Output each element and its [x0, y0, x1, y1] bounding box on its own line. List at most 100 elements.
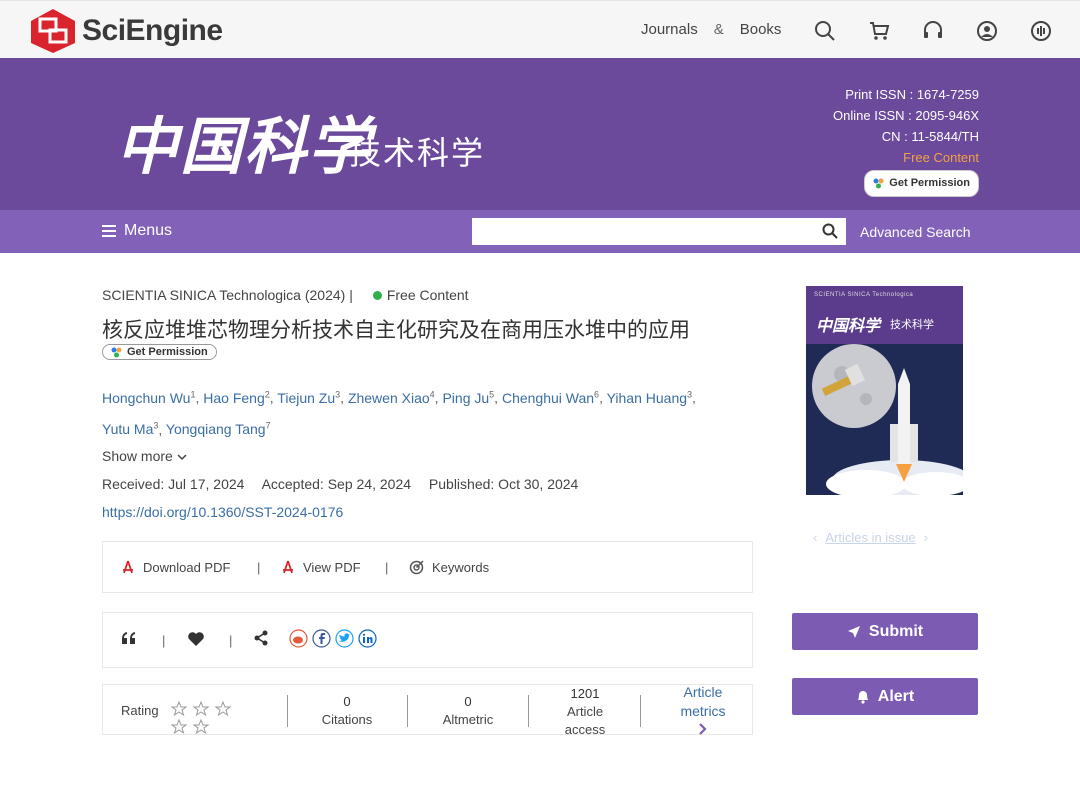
sciengine-logo[interactable]: SciEngine	[30, 8, 223, 54]
pdf-icon	[123, 560, 133, 574]
audio-icon[interactable]	[1028, 18, 1054, 44]
author-link[interactable]: Yongqiang Tang7	[166, 421, 271, 438]
search-submit-icon[interactable]	[822, 223, 838, 239]
divider: |	[229, 633, 233, 648]
online-issn: Online ISSN : 2095-946X	[833, 108, 979, 123]
citations-label: Citations	[321, 712, 373, 727]
citations-count: 0	[343, 694, 351, 709]
article-title: 核反应堆堆芯物理分析技术自主化研究及在商用压水堆中的应用	[102, 319, 690, 342]
citations-metric[interactable]: 0 Citations	[307, 694, 387, 727]
show-more-button[interactable]: Show more	[102, 448, 187, 464]
author-link[interactable]: Zhewen Xiao4	[348, 389, 435, 406]
article-access-metric[interactable]: 1201 Article access	[545, 685, 625, 739]
keywords-label: Keywords	[432, 560, 490, 575]
free-content-dot-icon	[372, 290, 382, 300]
share-actions-bar: | |	[102, 612, 753, 668]
articles-in-issue-link[interactable]: Articles in issue	[825, 530, 915, 545]
print-issn: Print ISSN : 1674-7259	[845, 87, 979, 102]
chevron-right-icon[interactable]: ›	[924, 530, 928, 545]
journal-brand-subtitle: 技术科学	[349, 135, 486, 171]
cn-number: CN : 11-5844/TH	[881, 129, 979, 144]
accepted-date: Accepted: Sep 24, 2024	[261, 476, 412, 492]
twitter-icon[interactable]	[335, 629, 354, 648]
author-link[interactable]: Ping Ju5	[442, 389, 494, 406]
keywords-button[interactable]: Keywords	[409, 560, 489, 575]
sciengine-logo-icon	[30, 8, 76, 54]
advanced-search-link[interactable]: Advanced Search	[860, 224, 971, 240]
article-metrics-label: metrics	[680, 703, 726, 719]
author-link[interactable]: Hao Feng2	[203, 389, 270, 406]
nav-journals[interactable]: Journals	[641, 21, 698, 38]
rating-stars[interactable]	[170, 700, 237, 742]
free-content-text: Free Content	[386, 287, 469, 303]
search-input[interactable]	[472, 218, 802, 245]
divider	[640, 695, 641, 727]
share-icon[interactable]	[253, 630, 269, 646]
altmetric-metric[interactable]: 0 Altmetric	[428, 694, 508, 727]
user-icon[interactable]	[974, 18, 1000, 44]
author-link[interactable]: Chenghui Wan6	[502, 389, 599, 406]
permission-icon	[111, 347, 122, 357]
cart-icon[interactable]	[866, 18, 892, 44]
received-date: Received: Jul 17, 2024	[102, 476, 245, 492]
target-icon	[409, 560, 424, 575]
submit-button[interactable]: Submit	[792, 613, 978, 650]
chevron-right-icon	[699, 723, 707, 735]
author-link[interactable]: Tiejun Zu3	[277, 389, 340, 406]
chevron-left-icon[interactable]: ‹	[813, 530, 817, 545]
weibo-icon[interactable]	[289, 629, 308, 648]
divider: |	[162, 633, 166, 648]
show-more-label: Show more	[102, 448, 173, 464]
journal-brand-calligraphy: 中国科学	[116, 110, 373, 183]
alert-button[interactable]: Alert	[792, 678, 978, 715]
author-link[interactable]: Hongchun Wu1	[102, 389, 195, 406]
divider	[287, 695, 288, 727]
nav-separator: &	[713, 21, 724, 38]
divider: |	[385, 560, 389, 575]
search-box	[472, 218, 846, 245]
pdf-icon	[283, 560, 293, 574]
linkedin-icon[interactable]	[358, 629, 377, 648]
get-permission-label: Get Permission	[889, 177, 970, 189]
submit-label: Submit	[868, 622, 924, 640]
star-icon[interactable]	[170, 700, 237, 737]
permission-icon	[873, 178, 884, 189]
author-link[interactable]: Yutu Ma3	[102, 421, 158, 438]
journal-banner: 中国科学 技术科学 Print ISSN : 1674-7259 Online …	[0, 58, 1080, 210]
get-permission-button[interactable]: Get Permission	[864, 170, 979, 197]
headset-icon[interactable]	[920, 18, 946, 44]
published-date: Published: Oct 30, 2024	[428, 476, 579, 492]
top-bar: SciEngine Journals & Books	[0, 0, 1080, 58]
divider	[528, 695, 529, 727]
menus-button[interactable]: Menus	[102, 222, 172, 240]
divider	[407, 695, 408, 727]
author-link[interactable]: Yihan Huang3	[607, 389, 692, 406]
quote-icon[interactable]	[121, 631, 137, 645]
alert-label: Alert	[877, 687, 915, 705]
chevron-down-icon	[177, 454, 187, 461]
rating-label: Rating	[121, 703, 159, 718]
article-access-count: 1201	[570, 686, 600, 701]
journal-line: SCIENTIA SINICA Technologica (2024) | Fr…	[102, 287, 469, 303]
free-content-label: Free Content	[903, 150, 979, 165]
journal-cover-image[interactable]: SCIENTIA SINICA Technologica 中国科学 技术科学	[806, 286, 963, 495]
download-pdf-button[interactable]: Download PDF	[121, 560, 230, 575]
view-pdf-button[interactable]: View PDF	[281, 560, 361, 575]
article-metrics-link[interactable]: Article metrics	[663, 683, 743, 740]
article-access-label: Article	[566, 704, 604, 719]
article-metrics-label: Article	[683, 684, 723, 700]
cover-subtitle: 技术科学	[890, 319, 934, 331]
nav-books[interactable]: Books	[740, 21, 782, 38]
article-get-permission-button[interactable]: Get Permission	[102, 344, 217, 360]
heart-icon[interactable]	[187, 631, 205, 647]
bell-icon	[857, 691, 868, 704]
journal-name[interactable]: SCIENTIA SINICA Technologica (2024) |	[102, 287, 353, 303]
view-pdf-label: View PDF	[303, 560, 361, 575]
search-icon[interactable]	[812, 18, 838, 44]
article-access-label: access	[564, 722, 606, 737]
menus-label: Menus	[124, 222, 173, 239]
doi-link[interactable]: https://doi.org/10.1360/SST-2024-0176	[102, 504, 343, 520]
facebook-icon[interactable]	[312, 629, 331, 648]
get-permission-label: Get Permission	[127, 346, 208, 358]
top-nav: Journals & Books	[641, 21, 781, 38]
